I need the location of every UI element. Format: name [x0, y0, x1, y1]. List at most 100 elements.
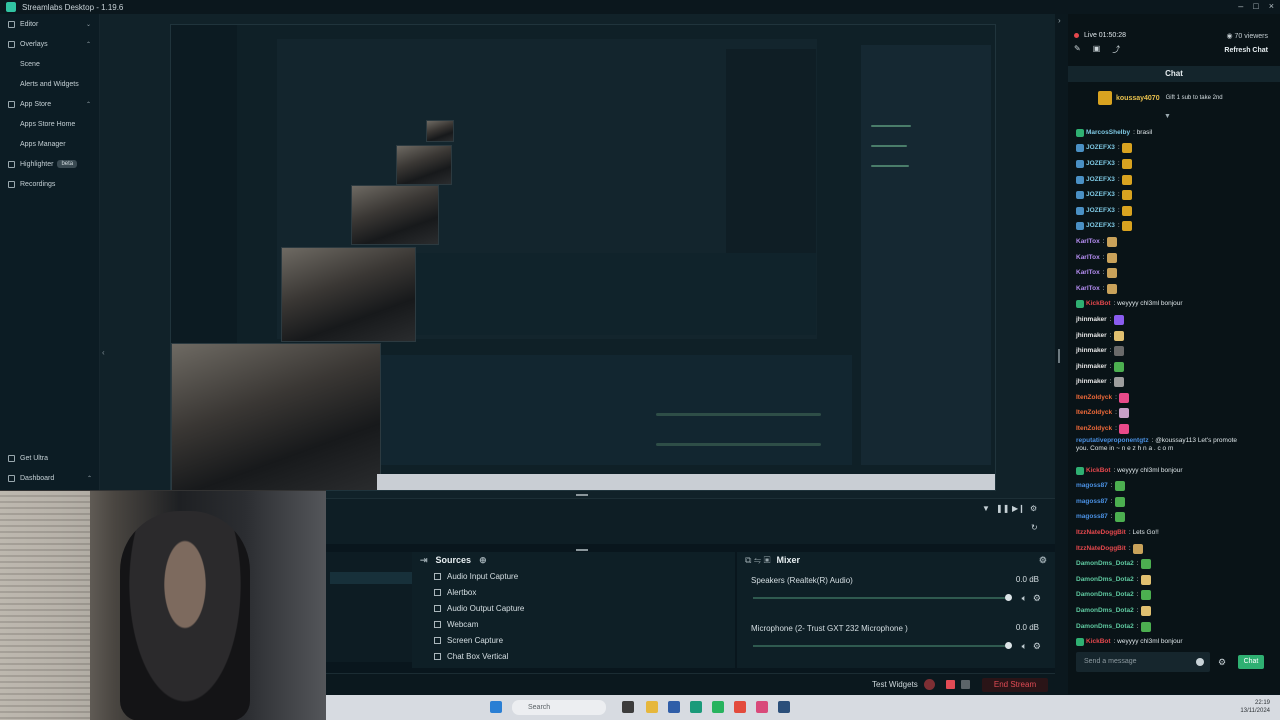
pause-icon[interactable]: ❚❚ [996, 504, 1009, 513]
chat-username[interactable]: KickBot [1086, 300, 1111, 307]
scene-list-item[interactable] [330, 572, 420, 584]
share-icon[interactable]: ⤴ [1112, 44, 1120, 55]
channel-settings-icon[interactable]: ⚙ [1033, 641, 1041, 652]
app-icon[interactable] [668, 701, 680, 713]
chat-username[interactable]: magoss87 [1076, 482, 1108, 489]
chat-username[interactable]: reputativeproponentgtz [1076, 437, 1149, 444]
refresh-icon[interactable]: ↻ [1031, 523, 1038, 532]
chat-username[interactable]: JOZEFX3 [1086, 191, 1115, 198]
volume-slider-thumb[interactable] [1005, 594, 1012, 601]
sidebar-item-alerts-and-widgets[interactable]: Alerts and Widgets [0, 74, 99, 94]
source-item[interactable]: Webcam [412, 616, 735, 632]
sub-banner-text[interactable]: Gift 1 sub to take 2nd [1166, 95, 1223, 101]
speaker-icon[interactable]: 🔈︎ [1022, 593, 1027, 604]
chat-username[interactable]: DamonDms_Dota2 [1076, 607, 1134, 614]
source-item[interactable]: Audio Output Capture [412, 600, 735, 616]
volume-slider[interactable] [753, 645, 1009, 647]
sidebar-item-scene[interactable]: Scene [0, 54, 99, 74]
chat-username[interactable]: KarlTox [1076, 254, 1100, 261]
chat-username[interactable]: MarcosShelby [1086, 129, 1130, 136]
close-icon[interactable]: × [1269, 1, 1274, 11]
resize-handle-icon[interactable] [576, 494, 588, 496]
chat-username[interactable]: DamonDms_Dota2 [1076, 591, 1134, 598]
filter-icon[interactable]: ▼ [982, 504, 990, 513]
chat-username[interactable]: jhinmaker [1076, 378, 1107, 385]
sidebar-item-apps-manager[interactable]: Apps Manager [0, 134, 99, 154]
chat-username[interactable]: ItzzNateDoggBit [1076, 545, 1126, 552]
system-tray[interactable]: 22:19 13/11/2024 [1240, 699, 1270, 715]
chat-username[interactable]: magoss87 [1076, 513, 1108, 520]
chat-username[interactable]: DamonDms_Dota2 [1076, 623, 1134, 630]
chat-username[interactable]: ItenZoldyck [1076, 394, 1112, 401]
collapse-left-icon[interactable]: ‹ [102, 348, 105, 357]
next-icon[interactable]: ▶❙ [1012, 504, 1025, 513]
mixer-settings-icon[interactable]: ⚙ [1039, 555, 1047, 566]
chat-username[interactable]: JOZEFX3 [1086, 222, 1115, 229]
task-view-icon[interactable] [622, 701, 634, 713]
sidebar-item-overlays[interactable]: Overlays ⌃ [0, 34, 99, 54]
source-item[interactable]: Alertbox [412, 584, 735, 600]
chat-username[interactable]: ItenZoldyck [1076, 425, 1112, 432]
sidebar-item-get-ultra[interactable]: Get Ultra [0, 448, 100, 468]
chat-username[interactable]: KarlTox [1076, 285, 1100, 292]
chat-username[interactable]: JOZEFX3 [1086, 144, 1115, 151]
popout-icon[interactable]: ▣ [1093, 44, 1101, 55]
sidebar-item-apps-store-home[interactable]: Apps Store Home [0, 114, 99, 134]
streamlabs-taskbar-icon[interactable] [690, 701, 702, 713]
chat-username[interactable]: JOZEFX3 [1086, 207, 1115, 214]
app-icon[interactable] [756, 701, 768, 713]
chevron-icon[interactable]: ⌃ [87, 475, 92, 482]
chrome-icon[interactable] [734, 701, 746, 713]
sidebar-item-recordings[interactable]: Recordings [0, 174, 99, 194]
chevron-icon[interactable]: ⌄ [86, 21, 91, 28]
chat-username[interactable]: jhinmaker [1076, 332, 1107, 339]
emoji-icon[interactable] [1196, 658, 1204, 666]
record-icon[interactable] [924, 679, 935, 690]
source-item[interactable]: Screen Capture [412, 632, 735, 648]
chat-username[interactable]: ItenZoldyck [1076, 409, 1112, 416]
refresh-chat-button[interactable]: Refresh Chat [1224, 47, 1268, 54]
speaker-icon[interactable]: 🔈︎ [1022, 641, 1027, 652]
chevron-down-icon[interactable]: ▼ [1164, 113, 1171, 120]
chat-divider[interactable]: › [1055, 14, 1068, 720]
chat-username[interactable]: magoss87 [1076, 498, 1108, 505]
chat-username[interactable]: jhinmaker [1076, 347, 1107, 354]
resize-handle-icon[interactable] [576, 549, 588, 551]
stop-icon[interactable] [946, 680, 955, 689]
stream-preview[interactable] [170, 24, 996, 491]
chat-username[interactable]: jhinmaker [1076, 316, 1107, 323]
taskbar-search[interactable]: Search [512, 700, 606, 715]
chat-username[interactable]: JOZEFX3 [1086, 176, 1115, 183]
folder-icon[interactable]: ⇥ [420, 555, 428, 566]
maximize-icon[interactable]: □ [1253, 1, 1258, 11]
steam-icon[interactable] [778, 701, 790, 713]
windows-start-icon[interactable] [490, 701, 502, 713]
mixer-tools-icon[interactable]: ⧉ ⇋ ▣ [745, 555, 770, 566]
volume-slider[interactable] [753, 597, 1009, 599]
resize-handle-icon[interactable] [1058, 349, 1060, 363]
end-stream-button[interactable]: End Stream [982, 678, 1048, 692]
chat-username[interactable]: KickBot [1086, 467, 1111, 474]
source-item[interactable]: Chat Box Vertical [412, 648, 735, 664]
replay-icon[interactable] [961, 680, 970, 689]
sidebar-item-app-store[interactable]: App Store ⌃ [0, 94, 99, 114]
source-item[interactable]: Audio Input Capture [412, 568, 735, 584]
chat-settings-icon[interactable]: ⚙ [1218, 657, 1226, 668]
volume-slider-thumb[interactable] [1005, 642, 1012, 649]
chevron-icon[interactable]: ⌃ [86, 101, 91, 108]
chat-username[interactable]: DamonDms_Dota2 [1076, 560, 1134, 567]
edit-icon[interactable]: ✎ [1074, 44, 1081, 55]
settings-icon[interactable]: ⚙ [1030, 504, 1037, 513]
chat-username[interactable]: KickBot [1086, 638, 1111, 645]
sidebar-item-editor[interactable]: Editor ⌄ [0, 14, 99, 34]
chat-username[interactable]: jhinmaker [1076, 363, 1107, 370]
chevron-icon[interactable]: ⌃ [86, 41, 91, 48]
chat-message-input[interactable]: Send a message [1076, 652, 1210, 672]
minimize-icon[interactable]: – [1238, 1, 1243, 11]
channel-settings-icon[interactable]: ⚙ [1033, 593, 1041, 604]
chat-username[interactable]: ItzzNateDoggBit [1076, 529, 1126, 536]
chat-username[interactable]: DamonDms_Dota2 [1076, 576, 1134, 583]
test-widgets-label[interactable]: Test Widgets [872, 680, 918, 689]
chat-send-button[interactable]: Chat [1238, 655, 1264, 669]
chat-username[interactable]: KarlTox [1076, 238, 1100, 245]
